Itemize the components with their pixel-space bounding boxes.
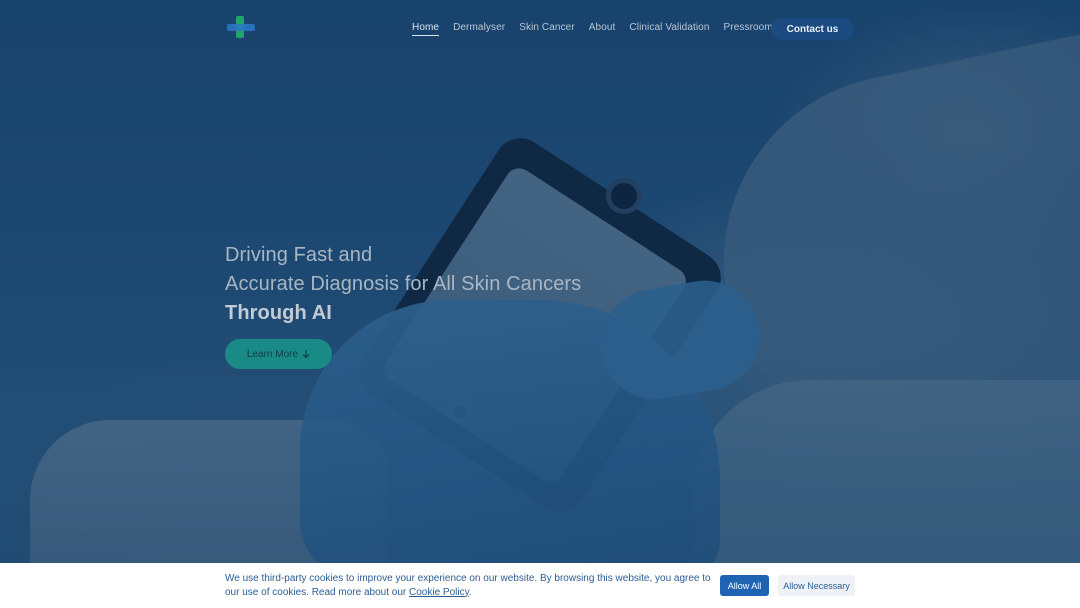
nav-link-dermalyser[interactable]: Dermalyser (453, 22, 505, 36)
logo-cross-blue (227, 24, 255, 31)
nav-link-about[interactable]: About (589, 22, 616, 36)
nav-link-home[interactable]: Home (412, 22, 440, 36)
hero-headline: Driving Fast and Accurate Diagnosis for … (225, 241, 581, 328)
hero-line-3: Through AI (225, 302, 332, 324)
cookie-policy-link[interactable]: Cookie Policy (409, 587, 469, 598)
hero-line-1: Driving Fast and (225, 244, 373, 266)
cookie-text-end: . (468, 586, 472, 598)
cookie-banner: We use third-party cookies to improve yo… (0, 563, 1080, 608)
navbar: Home Dermalyser Skin Cancer About Clinic… (0, 0, 1080, 58)
nav-link-pressroom[interactable]: Pressroom (724, 22, 773, 36)
allow-necessary-button[interactable]: Allow Necessary (778, 575, 855, 596)
nav-links: Home Dermalyser Skin Cancer About Clinic… (412, 22, 773, 36)
learn-more-button[interactable]: Learn More (225, 339, 332, 369)
nav-link-clinical-validation[interactable]: Clinical Validation (629, 22, 709, 36)
arrow-down-icon (302, 349, 310, 358)
nav-link-skin-cancer[interactable]: Skin Cancer (519, 22, 575, 36)
allow-all-button[interactable]: Allow All (720, 575, 769, 596)
learn-more-label: Learn More (246, 348, 299, 360)
hero-line-2: Accurate Diagnosis for All Skin Cancers (225, 273, 582, 295)
cookie-message: We use third-party cookies to improve yo… (225, 572, 715, 599)
logo[interactable] (227, 16, 255, 38)
contact-us-button[interactable]: Contact us (771, 18, 854, 40)
